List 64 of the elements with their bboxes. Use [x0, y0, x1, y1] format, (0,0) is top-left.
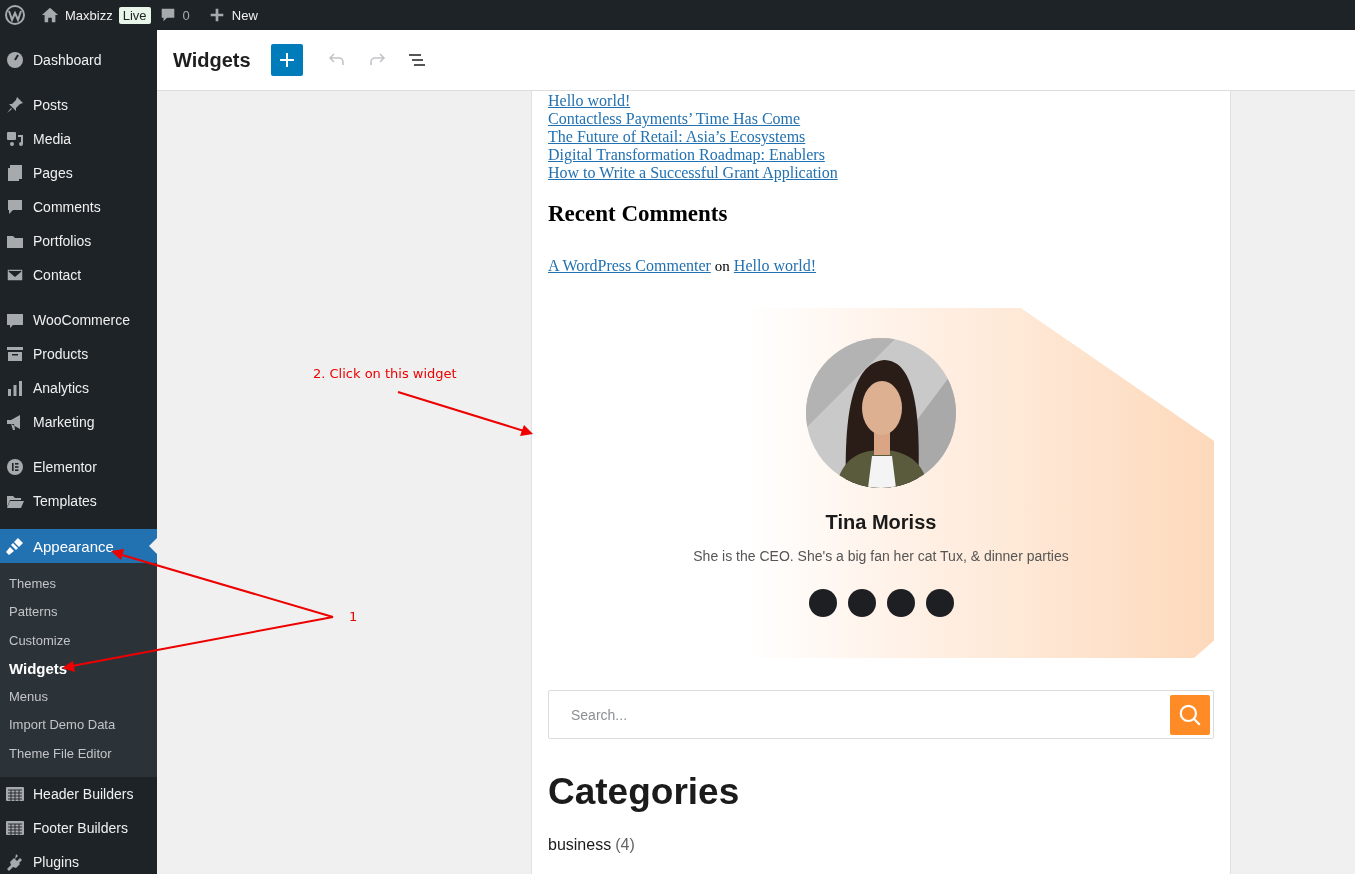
pages-icon	[5, 163, 25, 183]
submenu-item[interactable]: Menus	[0, 683, 157, 712]
sidebar-item[interactable]: Footer Builders	[0, 811, 157, 846]
post-link[interactable]: How to Write a Successful Grant Application	[548, 164, 838, 182]
submenu-item[interactable]: Patterns	[0, 598, 157, 627]
live-badge: Live	[118, 6, 151, 24]
sidebar-item[interactable]: Plugins	[0, 845, 157, 874]
circle-icon[interactable]	[847, 589, 876, 617]
category-link[interactable]: business	[548, 836, 612, 854]
sidebar-item[interactable]: Pages	[0, 156, 157, 190]
category-count: (4)	[615, 836, 635, 854]
media-icon	[5, 129, 25, 149]
page-title: Widgets	[173, 48, 251, 72]
paintbrush-icon	[5, 536, 25, 556]
bar-chart-icon	[5, 378, 25, 398]
search-bar[interactable]: Search...	[548, 690, 1214, 739]
pin-icon	[5, 95, 25, 115]
sidebar-item[interactable]: Appearance	[0, 529, 157, 563]
sidebar-item[interactable]: Posts	[0, 88, 157, 122]
gauge-icon	[5, 50, 25, 70]
post-link[interactable]: Contactless Payments’ Time Has Come	[548, 110, 801, 128]
home-icon[interactable]	[41, 6, 59, 24]
circle-icon[interactable]	[925, 589, 954, 617]
search-field[interactable]: Search...	[569, 705, 1170, 724]
new-link[interactable]: New	[231, 7, 258, 23]
comment-author-link[interactable]: A WordPress Commenter	[548, 257, 711, 275]
speech-bubble-icon	[5, 197, 25, 217]
circle-icon[interactable]	[886, 589, 915, 617]
widget-heading: Categories	[548, 770, 741, 814]
annotation-text: 1	[349, 609, 358, 624]
comment-count: 0	[182, 7, 190, 23]
sidebar-item[interactable]: Comments	[0, 190, 157, 224]
post-link[interactable]: Hello world!	[548, 92, 631, 110]
plug-icon	[5, 852, 25, 873]
post-link[interactable]: Digital Transformation Roadmap: Enablers	[548, 146, 825, 164]
sidebar-item[interactable]: Products	[0, 337, 157, 371]
member-bio: She is the CEO. She's a big fan her cat Tux, & dinner parties	[693, 548, 1069, 564]
sidebar-item[interactable]: Elementor	[0, 450, 157, 484]
sidebar-item[interactable]: Header Builders	[0, 777, 157, 812]
archive-box-icon	[5, 344, 25, 364]
sidebar-item[interactable]: Portfolios	[0, 224, 157, 258]
submenu-item[interactable]: Themes	[0, 570, 157, 599]
sidebar-item[interactable]: Media	[0, 122, 157, 156]
sidebar-item[interactable]: Analytics	[0, 371, 157, 405]
sidebar-item[interactable]: Templates	[0, 484, 157, 518]
annotation-text: 2. Click on this widget	[313, 366, 457, 381]
submenu-item[interactable]: Widgets	[0, 654, 157, 684]
comment-post-link[interactable]: Hello world!	[733, 257, 817, 275]
widget-heading: Recent Comments	[548, 200, 729, 228]
sidebar-item[interactable]: WooCommerce	[0, 303, 157, 337]
submenu-item[interactable]: Theme File Editor	[0, 739, 157, 769]
site-name-link[interactable]: Maxbizz	[65, 7, 113, 23]
circle-lines-icon	[5, 457, 25, 477]
wordpress-logo-icon[interactable]	[5, 5, 25, 25]
comment-joiner: on	[714, 257, 730, 275]
post-link[interactable]: The Future of Retail: Asia’s Ecosystems	[548, 128, 806, 146]
sidebar-item[interactable]: Dashboard	[0, 43, 157, 77]
submenu-item[interactable]: Customize	[0, 626, 157, 655]
add-block-button[interactable]	[270, 44, 303, 76]
submenu-item[interactable]: Import Demo Data	[0, 711, 157, 740]
sidebar-item[interactable]: Marketing	[0, 405, 157, 439]
sidebar-item[interactable]: Contact	[0, 258, 157, 292]
circle-icon[interactable]	[808, 589, 837, 617]
member-name: Tina Moriss	[825, 511, 937, 534]
